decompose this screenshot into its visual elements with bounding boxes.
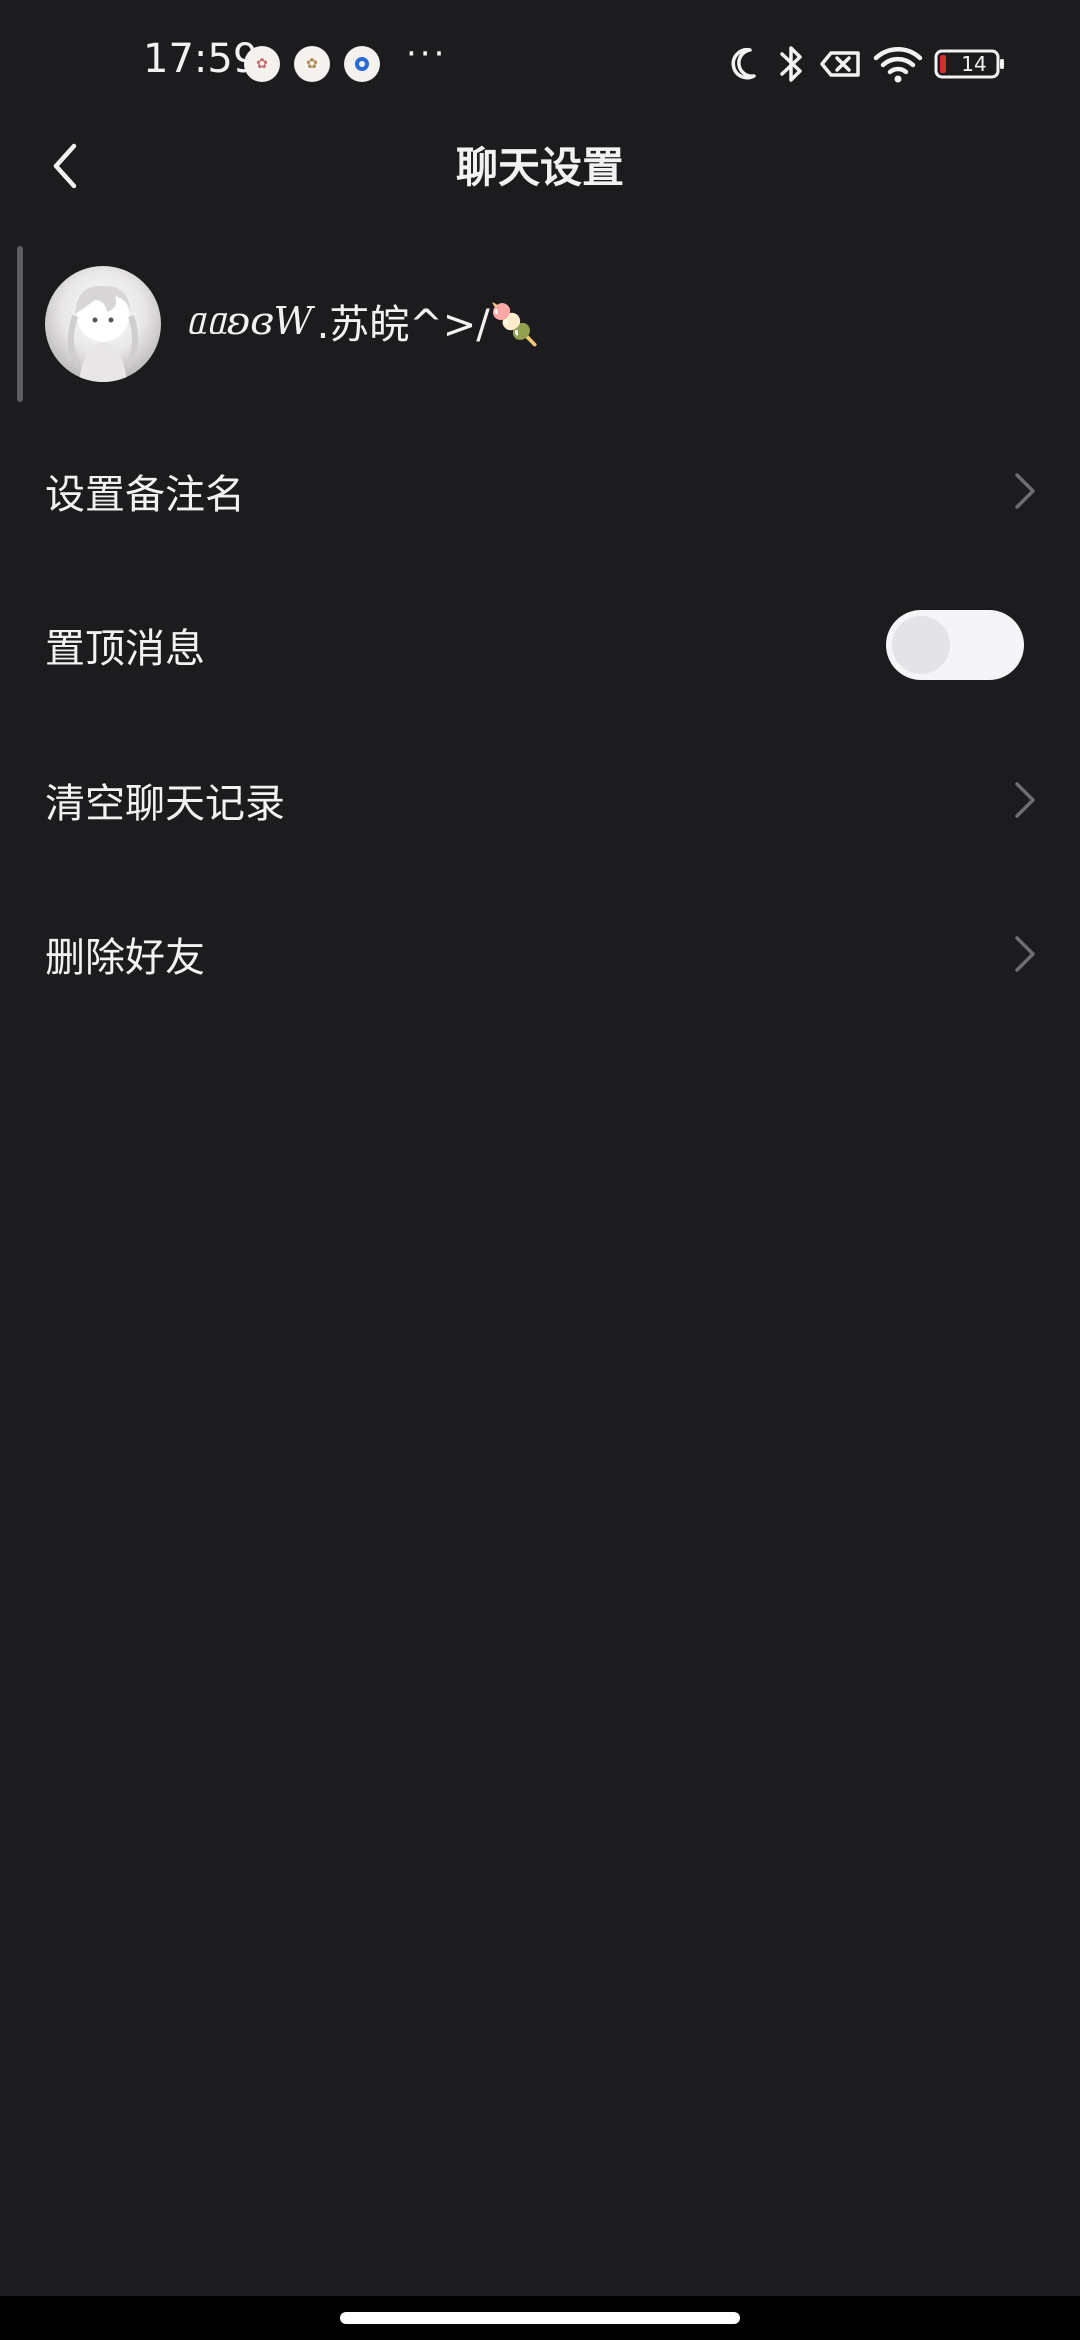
home-indicator[interactable] [340,2312,740,2324]
avatar[interactable] [45,266,161,382]
pin-message-item: 置顶消息 [0,570,1080,720]
profile-name: ᥲᥲʚɞW .苏皖^>/🍡 [186,292,540,350]
pin-message-toggle[interactable] [886,610,1024,680]
chevron-right-icon [1015,473,1035,509]
page-title: 聊天设置 [455,143,624,192]
profile-row[interactable]: ᥲᥲʚɞW .苏皖^>/🍡 [0,250,1080,400]
profile-name-text: .苏皖^>/🍡 [316,302,540,348]
toggle-knob [892,616,950,674]
no-sim-icon [820,51,860,77]
avatar-illustration [67,285,139,382]
moon-icon [731,47,756,80]
more-notifications-icon: ··· [406,34,448,74]
clear-chat-history-item[interactable]: 清空聊天记录 [0,725,1080,875]
battery-level: 14 [961,52,987,76]
chevron-right-icon [1015,936,1035,972]
notification-app-icon [344,46,380,82]
notification-app-icon: ✿ [244,46,280,82]
pin-message-label: 置顶消息 [45,626,205,672]
set-remark-name-label: 设置备注名 [45,472,245,518]
delete-friend-item[interactable]: 删除好友 [0,879,1080,1029]
delete-friend-label: 删除好友 [45,935,205,981]
clear-chat-history-label: 清空聊天记录 [45,781,285,827]
status-time: 17:59 [143,36,259,82]
bluetooth-icon [780,46,802,82]
notification-app-icon: ✿ [294,46,330,82]
status-bar: 17:59 ✿ ✿ ··· 14 [0,0,1080,128]
set-remark-name-item[interactable]: 设置备注名 [0,416,1080,566]
chevron-right-icon [1015,782,1035,818]
profile-name-script: ᥲᥲʚɞW [186,298,313,343]
wifi-icon [873,47,923,83]
